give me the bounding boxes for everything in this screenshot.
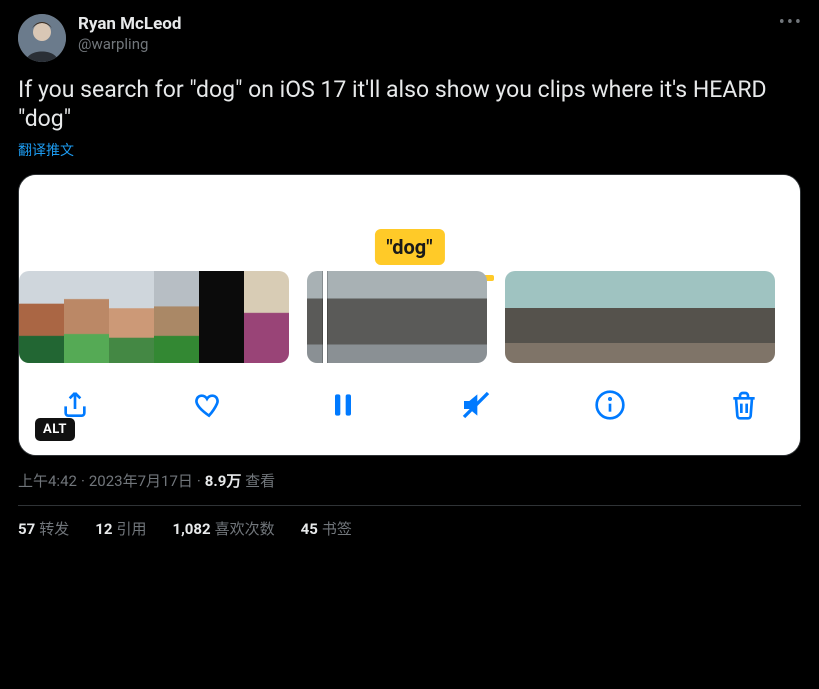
retweet-stat[interactable]: 57转发 xyxy=(18,518,69,539)
video-frame xyxy=(199,271,244,363)
video-frame xyxy=(19,271,64,363)
stat-number: 1,082 xyxy=(172,520,210,538)
divider xyxy=(18,505,801,506)
media-controls xyxy=(19,363,800,455)
like-button[interactable] xyxy=(189,385,229,425)
avatar[interactable] xyxy=(18,14,66,62)
video-frame xyxy=(397,271,442,363)
handle[interactable]: @warpling xyxy=(78,35,181,54)
video-timeline[interactable] xyxy=(19,271,800,363)
bookmark-stat[interactable]: 45书签 xyxy=(301,518,352,539)
playhead[interactable] xyxy=(323,271,327,363)
media-top-area: "dog" xyxy=(19,175,800,271)
clip-strip[interactable] xyxy=(505,271,775,363)
video-frame xyxy=(442,271,487,363)
more-options-button[interactable]: ••• xyxy=(779,12,803,33)
media-card[interactable]: "dog" xyxy=(18,174,801,456)
clip-strip[interactable] xyxy=(19,271,289,363)
view-count: 8.9万 xyxy=(205,472,242,490)
video-frame xyxy=(352,271,397,363)
stat-number: 57 xyxy=(18,520,35,538)
alt-badge[interactable]: ALT xyxy=(35,418,75,441)
info-button[interactable] xyxy=(590,385,630,425)
author-names: Ryan McLeod @warpling xyxy=(78,14,181,54)
stat-label: 转发 xyxy=(39,520,69,538)
video-frame xyxy=(730,271,775,363)
video-frame xyxy=(640,271,685,363)
tweet-stats: 57转发 12引用 1,082 喜欢次数 45书签 xyxy=(18,518,801,539)
like-stat[interactable]: 1,082 喜欢次数 xyxy=(172,518,274,539)
video-frame xyxy=(595,271,640,363)
speaker-muted-icon xyxy=(460,389,492,421)
info-icon xyxy=(594,389,626,421)
search-term-label: "dog" xyxy=(374,229,444,265)
avatar-image xyxy=(18,14,66,62)
video-frame xyxy=(154,271,199,363)
stat-number: 12 xyxy=(95,520,112,538)
quote-stat[interactable]: 12引用 xyxy=(95,518,146,539)
tweet-date[interactable]: 2023年7月17日 xyxy=(89,472,193,490)
pause-button[interactable] xyxy=(323,385,363,425)
tweet-time[interactable]: 上午4:42 xyxy=(18,472,77,490)
video-frame xyxy=(685,271,730,363)
video-frame xyxy=(505,271,550,363)
video-frame xyxy=(109,271,154,363)
tweet-meta: 上午4:42·2023年7月17日·8.9万 查看 xyxy=(18,470,801,491)
clip-strip[interactable] xyxy=(307,271,487,363)
stat-label: 书签 xyxy=(322,520,352,538)
tweet-container: ••• Ryan McLeod @warpling If you search … xyxy=(0,0,819,549)
video-frame xyxy=(244,271,289,363)
tweet-header: Ryan McLeod @warpling xyxy=(18,14,801,62)
translate-link[interactable]: 翻译推文 xyxy=(18,140,74,160)
stat-number: 45 xyxy=(301,520,318,538)
share-icon xyxy=(59,389,91,421)
tweet-text: If you search for "dog" on iOS 17 it'll … xyxy=(18,76,801,134)
video-frame xyxy=(307,271,352,363)
pause-icon xyxy=(327,389,359,421)
stat-label: 引用 xyxy=(116,520,146,538)
video-frame xyxy=(550,271,595,363)
heart-icon xyxy=(193,389,225,421)
delete-button[interactable] xyxy=(724,385,764,425)
stat-label: 喜欢次数 xyxy=(215,520,275,538)
display-name[interactable]: Ryan McLeod xyxy=(78,14,181,35)
trash-icon xyxy=(728,389,760,421)
video-frame xyxy=(64,271,109,363)
mute-button[interactable] xyxy=(456,385,496,425)
view-label: 查看 xyxy=(245,472,275,490)
